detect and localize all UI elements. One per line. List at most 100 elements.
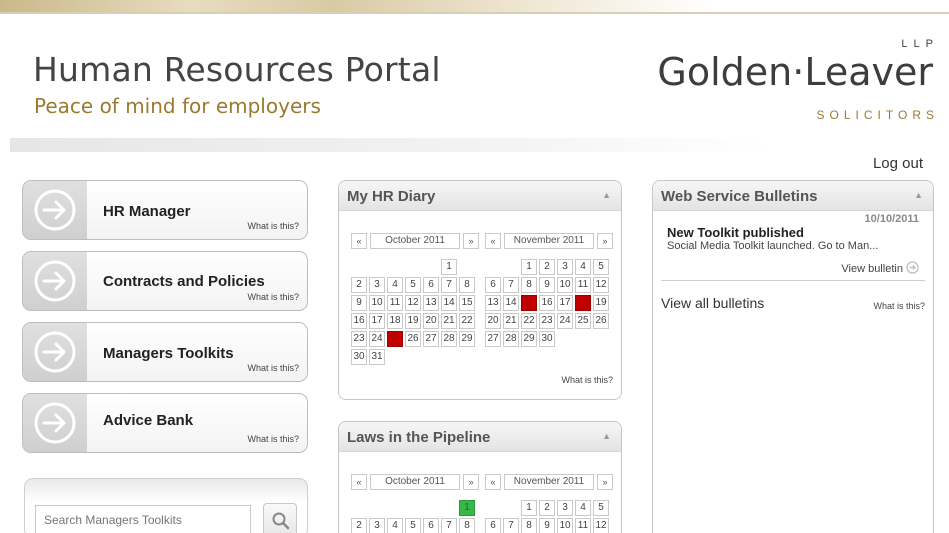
search-button[interactable] (263, 503, 297, 533)
calendar-day[interactable]: 2 (351, 518, 367, 533)
collapse-icon[interactable]: ▲ (602, 190, 611, 200)
calendar-day[interactable]: 27 (423, 331, 439, 347)
calendar-day[interactable]: 8 (521, 518, 537, 533)
prev-month-button[interactable]: « (485, 233, 501, 249)
calendar-day[interactable]: 6 (423, 277, 439, 293)
calendar-day[interactable]: 7 (503, 518, 519, 533)
calendar-day[interactable]: 7 (441, 518, 457, 533)
calendar-day[interactable]: 8 (459, 518, 475, 533)
calendar-day[interactable]: 9 (539, 277, 555, 293)
search-input[interactable] (35, 505, 251, 533)
next-month-button[interactable]: » (463, 233, 479, 249)
calendar-day[interactable]: 3 (369, 518, 385, 533)
calendar-day[interactable]: 10 (369, 295, 385, 311)
calendar-day[interactable]: 1 (521, 500, 537, 516)
calendar-day[interactable]: 12 (593, 277, 609, 293)
calendar-day[interactable]: 10 (557, 277, 573, 293)
calendar-day[interactable]: 21 (441, 313, 457, 329)
calendar-day[interactable]: 1 (441, 259, 457, 275)
calendar-day[interactable]: 6 (485, 518, 501, 533)
calendar-day[interactable]: 7 (503, 277, 519, 293)
prev-month-button[interactable]: « (351, 474, 367, 490)
calendar-day[interactable]: 9 (351, 295, 367, 311)
calendar-day[interactable]: 3 (557, 259, 573, 275)
calendar-day[interactable]: 17 (369, 313, 385, 329)
firm-logo[interactable]: LLP Golden·Leaver SOLICITORS (609, 38, 939, 122)
calendar-day[interactable]: 20 (423, 313, 439, 329)
calendar-day[interactable]: 31 (369, 349, 385, 365)
calendar-day[interactable]: 22 (459, 313, 475, 329)
calendar-day[interactable]: 12 (593, 518, 609, 533)
calendar-day[interactable]: 24 (557, 313, 573, 329)
what-is-this-link[interactable]: What is this? (873, 301, 925, 311)
calendar-day[interactable]: 7 (441, 277, 457, 293)
calendar-day[interactable]: 10 (557, 518, 573, 533)
calendar-day[interactable]: 20 (485, 313, 501, 329)
calendar-day[interactable]: 21 (503, 313, 519, 329)
calendar-day[interactable]: 4 (575, 500, 591, 516)
next-month-button[interactable]: » (597, 474, 613, 490)
calendar-day[interactable]: 30 (539, 331, 555, 347)
calendar-day[interactable]: 13 (423, 295, 439, 311)
calendar-day[interactable]: 28 (441, 331, 457, 347)
calendar-day[interactable]: 23 (351, 331, 367, 347)
calendar-day[interactable]: 1 (521, 259, 537, 275)
calendar-day[interactable]: 8 (521, 277, 537, 293)
nav-tile-managers-toolkits[interactable]: Managers Toolkits What is this? (22, 322, 308, 382)
logout-link[interactable]: Log out (873, 155, 923, 172)
calendar-day[interactable]: 13 (485, 295, 501, 311)
calendar-day[interactable]: 19 (593, 295, 609, 311)
collapse-icon[interactable]: ▲ (914, 190, 923, 200)
what-is-this-link[interactable]: What is this? (247, 221, 299, 231)
calendar-day[interactable]: 4 (575, 259, 591, 275)
calendar-day[interactable]: 4 (387, 277, 403, 293)
calendar-day[interactable]: 14 (441, 295, 457, 311)
calendar-day[interactable]: 17 (557, 295, 573, 311)
what-is-this-link[interactable]: What is this? (247, 434, 299, 444)
calendar-day[interactable]: 26 (405, 331, 421, 347)
calendar-day[interactable]: 15 (521, 295, 537, 311)
calendar-day[interactable]: 15 (459, 295, 475, 311)
calendar-day[interactable]: 11 (575, 518, 591, 533)
calendar-day[interactable]: 8 (459, 277, 475, 293)
calendar-day[interactable]: 22 (521, 313, 537, 329)
nav-tile-hr-manager[interactable]: HR Manager What is this? (22, 180, 308, 240)
calendar-day[interactable]: 9 (539, 518, 555, 533)
next-month-button[interactable]: » (463, 474, 479, 490)
calendar-day[interactable]: 6 (423, 518, 439, 533)
calendar-day[interactable]: 11 (575, 277, 591, 293)
next-month-button[interactable]: » (597, 233, 613, 249)
calendar-day[interactable]: 2 (539, 500, 555, 516)
calendar-day[interactable]: 16 (539, 295, 555, 311)
calendar-day[interactable]: 2 (539, 259, 555, 275)
calendar-day[interactable]: 24 (369, 331, 385, 347)
calendar-day[interactable]: 5 (405, 518, 421, 533)
calendar-day[interactable]: 18 (387, 313, 403, 329)
prev-month-button[interactable]: « (351, 233, 367, 249)
collapse-icon[interactable]: ▲ (602, 431, 611, 441)
calendar-day[interactable]: 3 (369, 277, 385, 293)
calendar-day[interactable]: 3 (557, 500, 573, 516)
calendar-day[interactable]: 16 (351, 313, 367, 329)
calendar-day[interactable]: 12 (405, 295, 421, 311)
what-is-this-link[interactable]: What is this? (247, 363, 299, 373)
view-bulletin-link[interactable]: View bulletin (841, 261, 919, 275)
calendar-day[interactable]: 19 (405, 313, 421, 329)
nav-tile-contracts-policies[interactable]: Contracts and Policies What is this? (22, 251, 308, 311)
calendar-day[interactable]: 2 (351, 277, 367, 293)
calendar-day[interactable]: 27 (485, 331, 501, 347)
nav-tile-advice-bank[interactable]: Advice Bank What is this? (22, 393, 308, 453)
what-is-this-link[interactable]: What is this? (561, 375, 613, 385)
what-is-this-link[interactable]: What is this? (247, 292, 299, 302)
view-all-bulletins-link[interactable]: View all bulletins (661, 295, 764, 311)
calendar-day[interactable]: 5 (593, 259, 609, 275)
calendar-day[interactable]: 30 (351, 349, 367, 365)
calendar-day[interactable]: 1 (459, 500, 475, 516)
calendar-day[interactable]: 29 (521, 331, 537, 347)
calendar-day[interactable]: 29 (459, 331, 475, 347)
calendar-day[interactable]: 11 (387, 295, 403, 311)
calendar-day[interactable]: 5 (405, 277, 421, 293)
calendar-day[interactable]: 14 (503, 295, 519, 311)
calendar-day[interactable]: 25 (387, 331, 403, 347)
calendar-day[interactable]: 5 (593, 500, 609, 516)
